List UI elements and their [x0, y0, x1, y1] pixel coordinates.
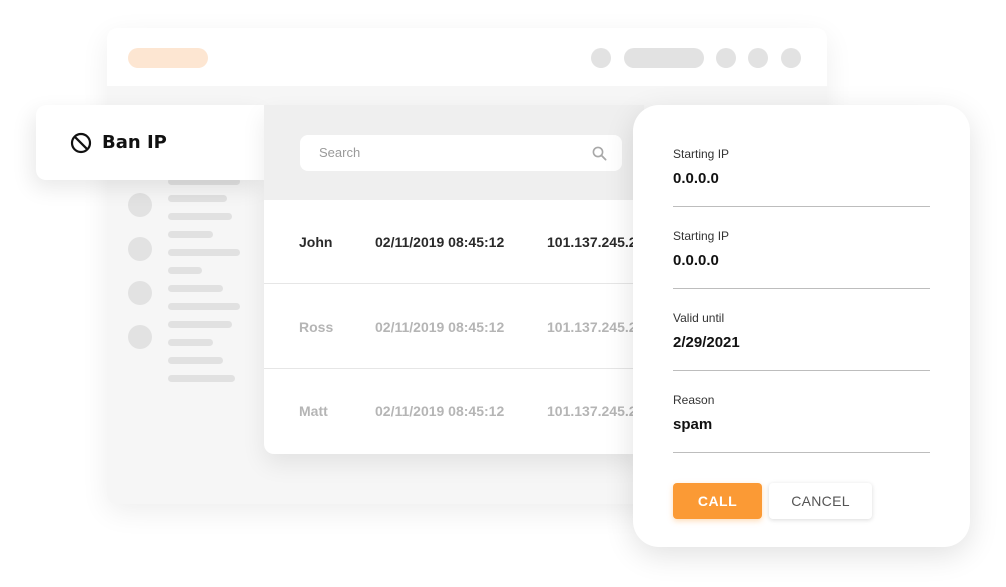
sidebar-skeleton-line: [168, 375, 235, 382]
topbar-accent-pill: [128, 48, 208, 68]
row-name: Matt: [299, 403, 328, 419]
sidebar-skeleton-line: [168, 231, 213, 238]
sidebar-skeleton-line: [168, 357, 223, 364]
starting-ip-field[interactable]: Starting IP 0.0.0.0: [673, 229, 930, 289]
row-name: John: [299, 234, 333, 250]
sidebar-skeleton-avatar: [128, 281, 152, 305]
field-label: Reason: [673, 393, 715, 407]
field-value[interactable]: spam: [673, 416, 712, 433]
field-value[interactable]: 2/29/2021: [673, 334, 740, 351]
ban-ip-title: Ban IP: [102, 132, 167, 153]
sidebar-skeleton-line: [168, 321, 232, 328]
sidebar-skeleton-line: [168, 267, 202, 274]
row-name: Ross: [299, 319, 334, 335]
call-button[interactable]: CALL: [673, 483, 762, 519]
topbar-dot[interactable]: [591, 48, 611, 68]
row-ip: 101.137.245.2: [547, 403, 637, 419]
row-date: 02/11/2019 08:45:12: [375, 234, 505, 250]
sidebar-skeleton-avatar: [128, 237, 152, 261]
search-placeholder: Search: [319, 145, 361, 160]
sidebar-skeleton-avatar: [128, 193, 152, 217]
cancel-button[interactable]: CANCEL: [769, 483, 872, 519]
field-label: Starting IP: [673, 229, 730, 243]
ban-list-panel: Search John 02/11/2019 08:45:12 101.137.…: [264, 105, 644, 454]
topbar-dot[interactable]: [716, 48, 736, 68]
table-row[interactable]: Ross 02/11/2019 08:45:12 101.137.245.2: [264, 285, 644, 369]
ban-ip-tab[interactable]: Ban IP: [36, 105, 264, 180]
ban-ip-form: Starting IP 0.0.0.0 Starting IP 0.0.0.0 …: [633, 105, 970, 547]
table-row[interactable]: Matt 02/11/2019 08:45:12 101.137.245.2: [264, 369, 644, 453]
window-topbar: [107, 28, 827, 86]
sidebar-skeleton-line: [168, 195, 227, 202]
field-label: Valid until: [673, 311, 725, 325]
topbar-dot[interactable]: [748, 48, 768, 68]
field-label: Starting IP: [673, 147, 730, 161]
sidebar-skeleton-line: [168, 303, 240, 310]
row-date: 02/11/2019 08:45:12: [375, 319, 505, 335]
field-value[interactable]: 0.0.0.0: [673, 170, 719, 187]
topbar-dot[interactable]: [781, 48, 801, 68]
topbar-pill: [624, 48, 704, 68]
sidebar-skeleton-avatar: [128, 325, 152, 349]
table-row[interactable]: John 02/11/2019 08:45:12 101.137.245.2: [264, 200, 644, 284]
sidebar-skeleton-line: [168, 285, 223, 292]
reason-field[interactable]: Reason spam: [673, 393, 930, 453]
ban-icon: [70, 132, 92, 154]
table-header: Search: [264, 105, 644, 200]
row-ip: 101.137.245.2: [547, 234, 637, 250]
valid-until-field[interactable]: Valid until 2/29/2021: [673, 311, 930, 371]
sidebar-skeleton-line: [168, 213, 232, 220]
field-value[interactable]: 0.0.0.0: [673, 252, 719, 269]
sidebar-skeleton-line: [168, 339, 213, 346]
search-input[interactable]: Search: [300, 135, 622, 171]
row-ip: 101.137.245.2: [547, 319, 637, 335]
search-icon[interactable]: [592, 146, 607, 161]
row-date: 02/11/2019 08:45:12: [375, 403, 505, 419]
starting-ip-field[interactable]: Starting IP 0.0.0.0: [673, 147, 930, 207]
sidebar-skeleton-line: [168, 249, 240, 256]
